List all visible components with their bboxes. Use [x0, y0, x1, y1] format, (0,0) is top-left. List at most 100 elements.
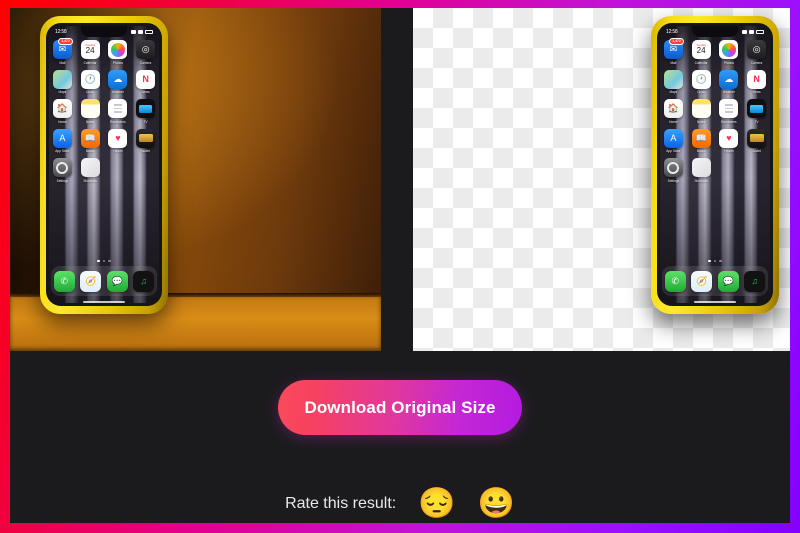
app-label: News — [752, 90, 761, 94]
safari-icon[interactable]: 🧭 — [691, 270, 713, 292]
phone-app-grid: 1,472 ✉ Mail Tuesday 24 Calendar Photos … — [50, 38, 158, 183]
camera-icon: ◎ — [136, 40, 156, 59]
app-reminders[interactable]: Reminders — [106, 99, 131, 124]
messages-icon[interactable]: 💬 — [106, 270, 128, 292]
app-maps[interactable]: Maps — [661, 69, 686, 94]
app-label: TV — [754, 119, 759, 124]
phone-original: 12:58 1,472 ✉ Mail Tuesday 24 Calendar P… — [40, 16, 168, 314]
app-label: Maps — [669, 90, 678, 94]
status-time: 12:58 — [666, 29, 678, 35]
safari-icon[interactable]: 🧭 — [80, 270, 102, 292]
app-app-store[interactable]: A App Store — [661, 128, 686, 153]
app-label: Shortcuts — [694, 178, 708, 183]
home-icon: 🏠 — [52, 99, 72, 118]
app-books[interactable]: 📖 Books — [689, 128, 714, 153]
app-weather[interactable]: ☁ Weather — [717, 69, 742, 94]
signal-icon — [131, 30, 136, 34]
app-shortcuts[interactable]: Shortcuts — [689, 158, 714, 183]
app-shortcuts[interactable]: Shortcuts — [78, 158, 103, 183]
rate-bad-button[interactable]: 😔 — [418, 489, 455, 519]
phone-dock: ✆ 🧭 💬 ♫ — [51, 266, 157, 296]
shortcuts-icon — [691, 158, 711, 177]
spotify-icon[interactable]: ♫ — [744, 270, 766, 292]
result-image-pane[interactable]: 12:58 1,472 ✉ Mail Tuesday 24 Calendar P… — [413, 8, 790, 351]
download-original-size-button[interactable]: Download Original Size — [278, 380, 522, 435]
wifi-icon — [749, 30, 754, 34]
home-icon: 🏠 — [663, 99, 683, 118]
app-label: Weather — [722, 90, 735, 94]
app-store-icon: A — [52, 128, 72, 148]
app-tv[interactable]: TV — [133, 99, 158, 124]
home-indicator — [83, 301, 125, 303]
original-image-pane[interactable]: 12:58 1,472 ✉ Mail Tuesday 24 Calendar P… — [10, 8, 381, 351]
app-label: App Store — [55, 149, 70, 153]
app-home[interactable]: 🏠 Home — [661, 99, 686, 124]
app-wallet[interactable]: Wallet — [133, 128, 158, 153]
app-photos[interactable]: Photos — [106, 40, 131, 65]
image-comparison: 12:58 1,472 ✉ Mail Tuesday 24 Calendar P… — [10, 8, 790, 351]
page-dots — [657, 259, 773, 262]
app-health[interactable]: ♥ Health — [106, 128, 131, 153]
news-icon: N — [136, 69, 156, 89]
app-photos[interactable]: Photos — [717, 40, 742, 65]
app-news[interactable]: N News — [133, 69, 158, 94]
news-icon: N — [747, 69, 767, 89]
app-news[interactable]: N News — [744, 69, 769, 94]
status-indicators — [742, 30, 764, 34]
app-label: Mail — [670, 60, 677, 65]
app-clock[interactable]: 🕐 Clock — [689, 69, 714, 94]
app-clock[interactable]: 🕐 Clock — [78, 69, 103, 94]
status-time: 12:58 — [55, 29, 67, 35]
app-mail[interactable]: 1,472 ✉ Mail — [661, 38, 686, 65]
app-calendar[interactable]: Tuesday 24 Calendar — [689, 40, 714, 65]
app-app-store[interactable]: A App Store — [50, 128, 75, 153]
app-camera[interactable]: ◎ Camera — [133, 40, 158, 65]
app-camera[interactable]: ◎ Camera — [744, 40, 769, 65]
app-reminders[interactable]: Reminders — [717, 99, 742, 124]
gradient-frame: 12:58 1,472 ✉ Mail Tuesday 24 Calendar P… — [0, 0, 800, 533]
phone-notch — [81, 26, 127, 37]
phone-icon[interactable]: ✆ — [53, 270, 75, 292]
tv-icon — [747, 99, 767, 118]
app-store-icon: A — [663, 128, 683, 148]
messages-icon[interactable]: 💬 — [717, 270, 739, 292]
calendar-icon: Tuesday 24 — [691, 40, 711, 59]
app-label: App Store — [666, 149, 681, 153]
app-weather[interactable]: ☁ Weather — [106, 69, 131, 94]
app-settings[interactable]: Settings — [50, 158, 75, 183]
phone-screen: 12:58 1,472 ✉ Mail Tuesday 24 Calendar P… — [46, 23, 162, 306]
download-button-row: Download Original Size — [10, 380, 790, 435]
app-wallet[interactable]: Wallet — [744, 128, 769, 153]
rate-label: Rate this result: — [285, 495, 397, 512]
tv-icon — [136, 99, 156, 118]
notes-icon — [691, 99, 711, 118]
app-maps[interactable]: Maps — [50, 69, 75, 94]
calendar-day: 24 — [696, 46, 706, 55]
app-notes[interactable]: Notes — [689, 99, 714, 124]
app-settings[interactable]: Settings — [661, 158, 686, 183]
rating-row: Rate this result: 😔 😀 — [10, 489, 790, 519]
app-label: Settings — [667, 178, 680, 183]
app-label: Reminders — [721, 119, 737, 124]
rate-good-button[interactable]: 😀 — [478, 489, 515, 519]
app-label: Wallet — [752, 149, 761, 153]
app-mail[interactable]: 1,472 ✉ Mail — [50, 38, 75, 65]
app-home[interactable]: 🏠 Home — [50, 99, 75, 124]
app-label: Reminders — [110, 119, 126, 124]
app-health[interactable]: ♥ Health — [717, 128, 742, 153]
app-label: News — [141, 90, 150, 94]
app-books[interactable]: 📖 Books — [78, 128, 103, 153]
app-label: Camera — [750, 60, 763, 65]
app-label: Clock — [86, 90, 95, 94]
reminders-icon — [719, 99, 739, 118]
app-calendar[interactable]: Tuesday 24 Calendar — [78, 40, 103, 65]
weather-icon: ☁ — [719, 69, 739, 89]
weather-icon: ☁ — [108, 69, 128, 89]
app-tv[interactable]: TV — [744, 99, 769, 124]
app-notes[interactable]: Notes — [78, 99, 103, 124]
spotify-icon[interactable]: ♫ — [133, 270, 155, 292]
phone-icon[interactable]: ✆ — [664, 270, 686, 292]
app-stage: 12:58 1,472 ✉ Mail Tuesday 24 Calendar P… — [10, 8, 790, 523]
status-indicators — [131, 30, 153, 34]
app-label: Wallet — [141, 149, 150, 153]
